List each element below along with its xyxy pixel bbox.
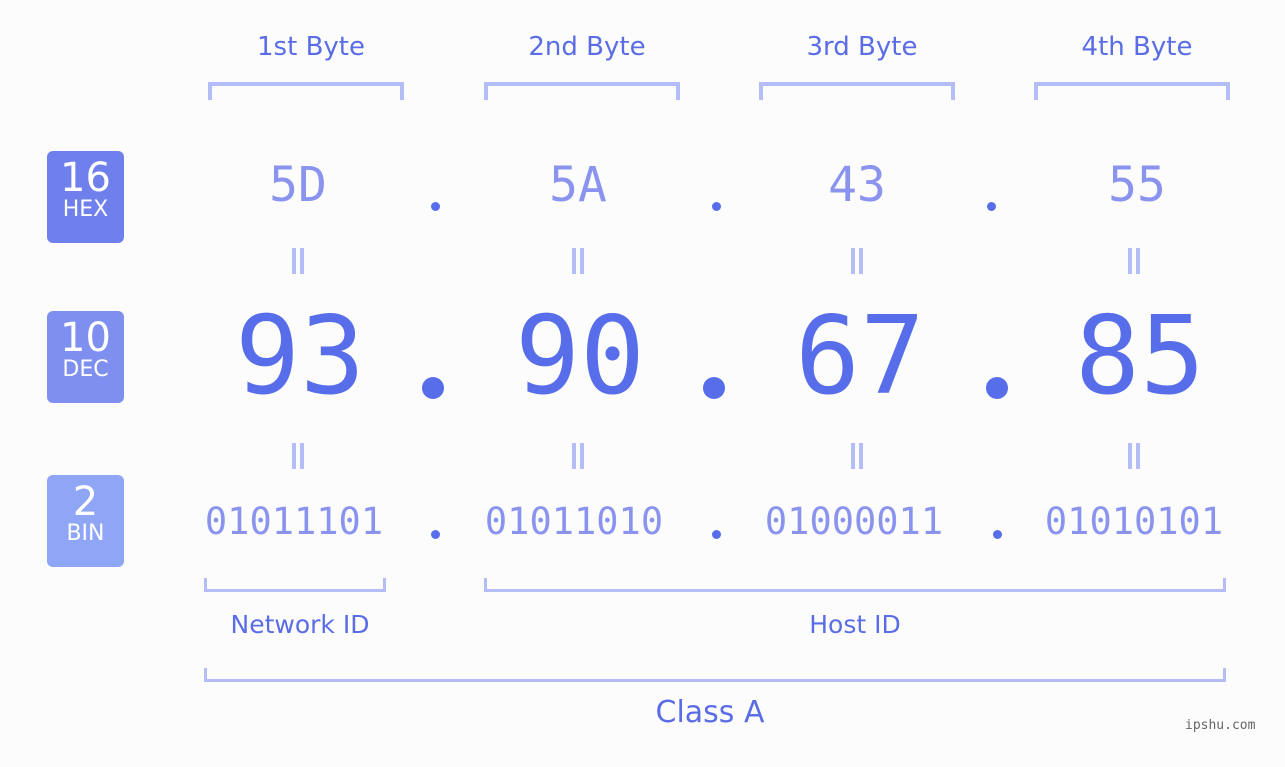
equals-icon [1128,443,1140,469]
byte-bracket-4 [1034,82,1230,100]
dec-badge-label: DEC [62,357,109,382]
class-bracket [204,668,1226,682]
dec-byte-1: 93 [234,294,366,419]
byte-header-1: 1st Byte [257,32,365,62]
hex-dot-3 [987,202,996,211]
watermark: ipshu.com [1185,718,1256,733]
hex-byte-2: 5A [549,157,607,213]
dec-dot-2 [703,377,725,399]
dec-byte-4: 85 [1074,294,1206,419]
equals-icon [572,248,584,274]
dec-dot-3 [986,377,1008,399]
hex-badge-base: 16 [60,155,111,201]
equals-icon [292,443,304,469]
byte-bracket-1 [208,82,404,100]
bin-badge-label: BIN [66,521,105,546]
bin-byte-1: 01011101 [204,500,384,543]
bin-byte-4: 01010101 [1044,500,1224,543]
equals-icon [851,443,863,469]
byte-header-3: 3rd Byte [806,32,918,62]
hex-badge-label: HEX [62,197,109,222]
dec-byte-2: 90 [514,294,646,419]
hex-dot-1 [431,202,440,211]
bin-dot-2 [712,530,721,539]
bin-dot-3 [993,530,1002,539]
host-id-label: Host ID [809,610,901,639]
byte-bracket-3 [759,82,955,100]
dec-dot-1 [422,377,444,399]
byte-bracket-2 [484,82,680,100]
equals-icon [572,443,584,469]
equals-icon [851,248,863,274]
network-id-bracket [204,578,386,592]
hex-byte-3: 43 [828,157,886,213]
bin-badge-base: 2 [72,479,99,525]
hex-byte-1: 5D [269,157,327,213]
dec-byte-3: 67 [794,294,926,419]
bin-byte-2: 01011010 [484,500,664,543]
hex-dot-2 [712,202,721,211]
dec-badge: 10 DEC [47,311,124,403]
bin-byte-3: 01000011 [764,500,944,543]
host-id-bracket [484,578,1226,592]
class-label: Class A [655,695,765,730]
hex-badge: 16 HEX [47,151,124,243]
dec-badge-base: 10 [60,315,111,361]
bin-dot-1 [431,530,440,539]
network-id-label: Network ID [230,610,370,639]
byte-header-4: 4th Byte [1081,32,1193,62]
hex-byte-4: 55 [1108,157,1166,213]
byte-header-2: 2nd Byte [528,32,646,62]
equals-icon [292,248,304,274]
bin-badge: 2 BIN [47,475,124,567]
equals-icon [1128,248,1140,274]
